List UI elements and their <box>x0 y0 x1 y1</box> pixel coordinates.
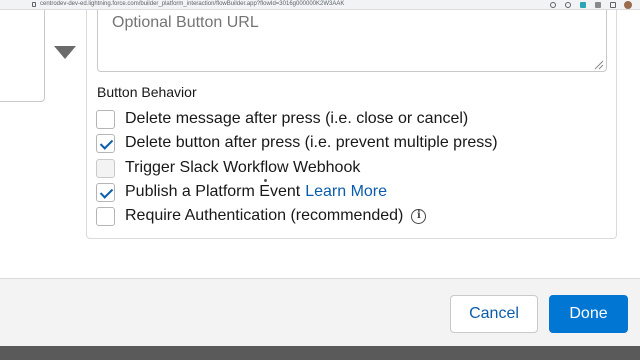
option-label: Delete button after press (i.e. prevent … <box>125 134 498 151</box>
avatar[interactable] <box>624 1 632 9</box>
option-label: Require Authentication (recommended) <box>125 207 404 224</box>
modal-footer <box>0 278 640 346</box>
delete-button-checkbox[interactable] <box>96 133 115 153</box>
button-url-textarea[interactable] <box>97 10 607 72</box>
browser-address-bar: centrodev-dev-ed.lightning.force.com/bui… <box>0 0 640 10</box>
option-publish-platform-event[interactable]: Publish a Platform Event Learn More <box>96 182 387 202</box>
caret-down-icon[interactable] <box>54 46 76 59</box>
cancel-button[interactable]: Cancel <box>450 295 538 333</box>
extension-icon[interactable] <box>580 2 586 8</box>
option-trigger-webhook[interactable]: Trigger Slack Workflow Webhook <box>96 158 360 178</box>
button-behavior-label: Button Behavior <box>97 84 197 100</box>
reading-list-icon[interactable] <box>610 2 616 8</box>
option-label: Trigger Slack Workflow Webhook <box>125 159 361 176</box>
option-label: Publish a Platform Event <box>125 183 301 200</box>
resize-grip-icon[interactable] <box>594 60 604 70</box>
option-delete-message[interactable]: Delete message after press (i.e. close o… <box>96 109 468 129</box>
text-cursor-icon <box>264 179 267 182</box>
info-icon[interactable]: i <box>411 208 427 224</box>
puzzle-icon[interactable] <box>595 2 601 8</box>
lock-icon <box>32 2 36 7</box>
bookmark-star-icon[interactable] <box>565 2 571 8</box>
delete-message-checkbox[interactable] <box>96 109 115 129</box>
learn-more-link[interactable]: Learn More <box>305 183 387 201</box>
share-icon[interactable] <box>550 2 556 8</box>
trigger-webhook-checkbox[interactable] <box>96 158 115 178</box>
option-require-authentication[interactable]: Require Authentication (recommended) i <box>96 206 427 226</box>
left-panel-field[interactable] <box>0 10 45 102</box>
require-authentication-checkbox[interactable] <box>96 206 115 226</box>
done-button[interactable]: Done <box>549 295 628 333</box>
browser-url[interactable]: centrodev-dev-ed.lightning.force.com/bui… <box>40 0 344 9</box>
page-backdrop <box>0 346 640 360</box>
option-delete-button[interactable]: Delete button after press (i.e. prevent … <box>96 133 498 153</box>
option-label: Delete message after press (i.e. close o… <box>125 110 469 127</box>
publish-platform-event-checkbox[interactable] <box>96 182 115 202</box>
